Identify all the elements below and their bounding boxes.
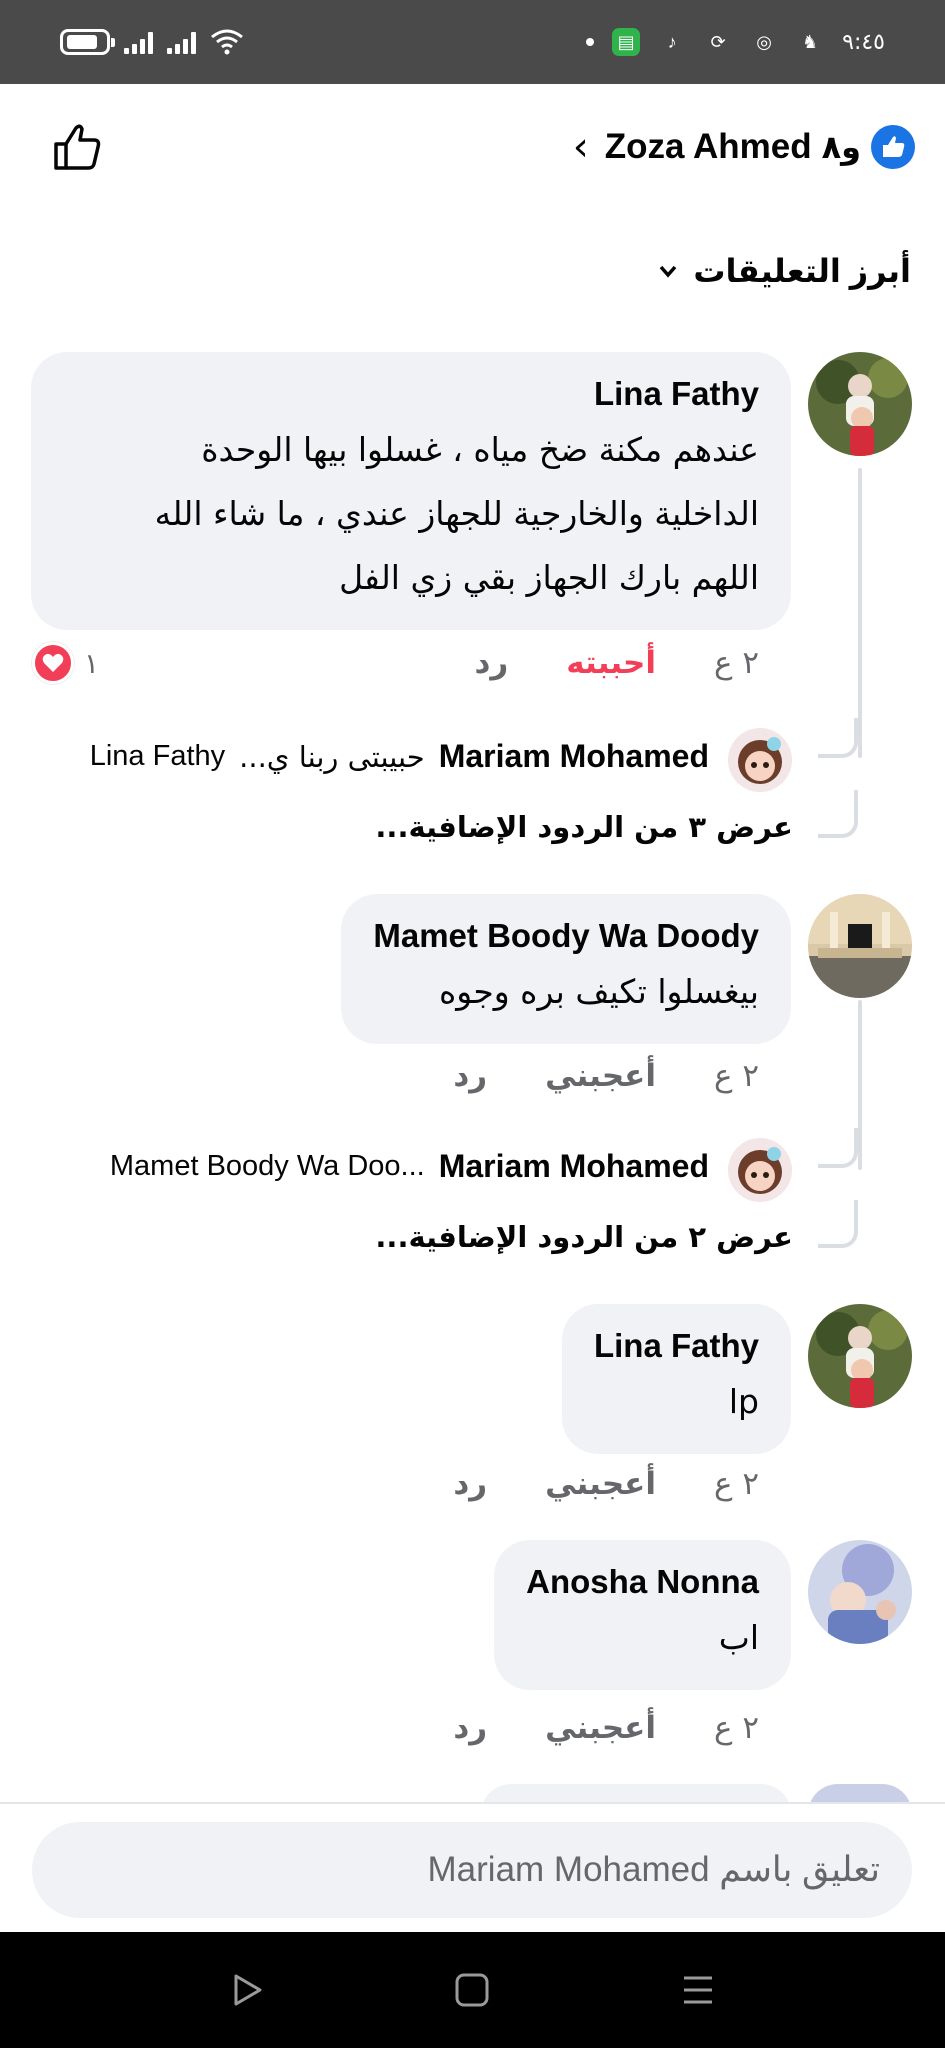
view-more-replies-link[interactable]: عرض ٢ من الردود الإضافية...: [375, 1220, 793, 1254]
reply-preview[interactable]: Mariam Mohamed حبيبتى ربنا ي... Lina Fat…: [90, 738, 709, 775]
reaction-summary[interactable]: ١: [32, 642, 99, 684]
comment-time: ٢ ع: [713, 1710, 759, 1746]
reply-link[interactable]: رد: [453, 1466, 487, 1502]
reply-author[interactable]: Mariam Mohamed: [439, 738, 709, 775]
comment-actions: ٢ ع أعجبني رد: [453, 1710, 759, 1746]
comment-bubble[interactable]: Mamet Boody Wa Doody بيغسلوا تكيف بره وج…: [341, 894, 791, 1044]
comment-actions: ٢ ع أعجبني رد: [453, 1466, 759, 1502]
comment-bubble[interactable]: Anosha Nonna اب: [494, 1540, 791, 1690]
comment-author[interactable]: Anosha Nonna: [526, 1558, 759, 1606]
comment-composer: [0, 1802, 945, 1932]
reply-mention[interactable]: Lina Fathy: [90, 740, 225, 773]
header-others[interactable]: و٨: [822, 128, 861, 166]
signal-icon: [167, 30, 196, 54]
avatar[interactable]: [728, 1138, 792, 1202]
header-author[interactable]: Zoza Ahmed: [605, 127, 812, 167]
chevron-left-icon[interactable]: ‹: [573, 124, 589, 170]
thread-line: [818, 718, 858, 758]
signal-icon: [124, 30, 153, 54]
comment-text: lp: [728, 1382, 759, 1421]
wifi-icon: [211, 29, 243, 55]
comment-input[interactable]: [32, 1822, 912, 1918]
reactors-summary[interactable]: ‹ Zoza Ahmed و٨: [573, 122, 915, 172]
avatar[interactable]: [808, 894, 912, 998]
reply-link[interactable]: رد: [474, 645, 508, 681]
comment-author[interactable]: Lina Fathy: [63, 370, 759, 418]
reply-author[interactable]: Mariam Mohamed: [439, 1148, 709, 1185]
comment-time: ٢ ع: [713, 1058, 759, 1094]
like-link[interactable]: أعجبني: [545, 1466, 656, 1502]
home-square-icon[interactable]: [452, 1970, 492, 2010]
status-time: ٩:٤٥: [842, 29, 885, 55]
post-header: ‹ Zoza Ahmed و٨: [0, 84, 945, 214]
avatar[interactable]: [808, 1540, 912, 1644]
view-more-replies-link[interactable]: عرض ٣ من الردود الإضافية...: [375, 810, 793, 844]
chevron-down-icon[interactable]: [657, 260, 679, 282]
thread-line: [858, 468, 862, 758]
reply-text: حبيبتى ربنا ي...: [239, 739, 425, 774]
comment-time: ٢ ع: [713, 645, 759, 681]
comment-bubble[interactable]: Lina Fathy عندهم مكنة ضخ مياه ، غسلوا بي…: [31, 352, 791, 630]
back-triangle-icon[interactable]: [228, 1970, 268, 2010]
comment-actions: ٢ ع أحببته رد: [474, 645, 759, 681]
avatar[interactable]: [728, 728, 792, 792]
like-reaction-icon: [871, 125, 915, 169]
thread-line: [858, 1000, 862, 1170]
comment-time: ٢ ع: [713, 1466, 759, 1502]
comment-author[interactable]: Mamet Boody Wa Doody: [373, 912, 759, 960]
like-link[interactable]: أعجبني: [545, 1058, 656, 1094]
like-link[interactable]: أحببته: [566, 645, 656, 681]
status-bar: ▤ ♪ ⟳ ◎ ♞ ٩:٤٥: [0, 0, 945, 84]
thread-line: [818, 1200, 858, 1248]
thread-line: [818, 790, 858, 838]
snapchat-icon: ♞: [802, 31, 819, 52]
sort-label[interactable]: أبرز التعليقات: [693, 252, 911, 290]
comment-text: اللهم بارك الجهاز بقي زي الفل: [339, 558, 759, 597]
dot-icon: [586, 38, 595, 46]
comment-text: الداخلية والخارجية للجهاز عندي ، ما شاء …: [154, 494, 759, 533]
heart-reaction-icon: [32, 642, 74, 684]
messenger-icon: ◎: [756, 31, 772, 52]
reply-preview[interactable]: Mariam Mohamed Mamet Boody Wa Doo...: [110, 1148, 709, 1185]
reply-mention[interactable]: Mamet Boody Wa Doo...: [110, 1150, 425, 1183]
reply-link[interactable]: رد: [453, 1058, 487, 1094]
avatar[interactable]: [808, 352, 912, 456]
like-link[interactable]: أعجبني: [545, 1710, 656, 1746]
status-left: [60, 22, 244, 62]
reply-link[interactable]: رد: [453, 1710, 487, 1746]
recents-menu-icon[interactable]: [678, 1970, 718, 2010]
avatar[interactable]: [808, 1304, 912, 1408]
battery-icon: [60, 29, 115, 55]
thread-line: [818, 1128, 858, 1168]
comment-author[interactable]: Lina Fathy: [594, 1322, 759, 1370]
tiktok-icon: ♪: [667, 31, 677, 52]
messages-app-icon: ▤: [612, 28, 641, 56]
sync-icon: ⟳: [710, 31, 726, 52]
comment-text: عندهم مكنة ضخ مياه ، غسلوا بيها الوحدة: [201, 430, 759, 469]
system-nav-bar: [0, 1932, 945, 2048]
thumbs-up-outline-icon[interactable]: [50, 120, 104, 174]
comment-sort-dropdown[interactable]: أبرز التعليقات: [657, 252, 911, 290]
comment-text: بيغسلوا تكيف بره وجوه: [439, 972, 759, 1011]
reaction-count: ١: [84, 646, 100, 680]
status-right: ▤ ♪ ⟳ ◎ ♞ ٩:٤٥: [586, 22, 885, 62]
comment-bubble[interactable]: Lina Fathy lp: [561, 1304, 791, 1454]
comment-text: اب: [718, 1618, 759, 1657]
comment-actions: ٢ ع أعجبني رد: [453, 1058, 759, 1094]
